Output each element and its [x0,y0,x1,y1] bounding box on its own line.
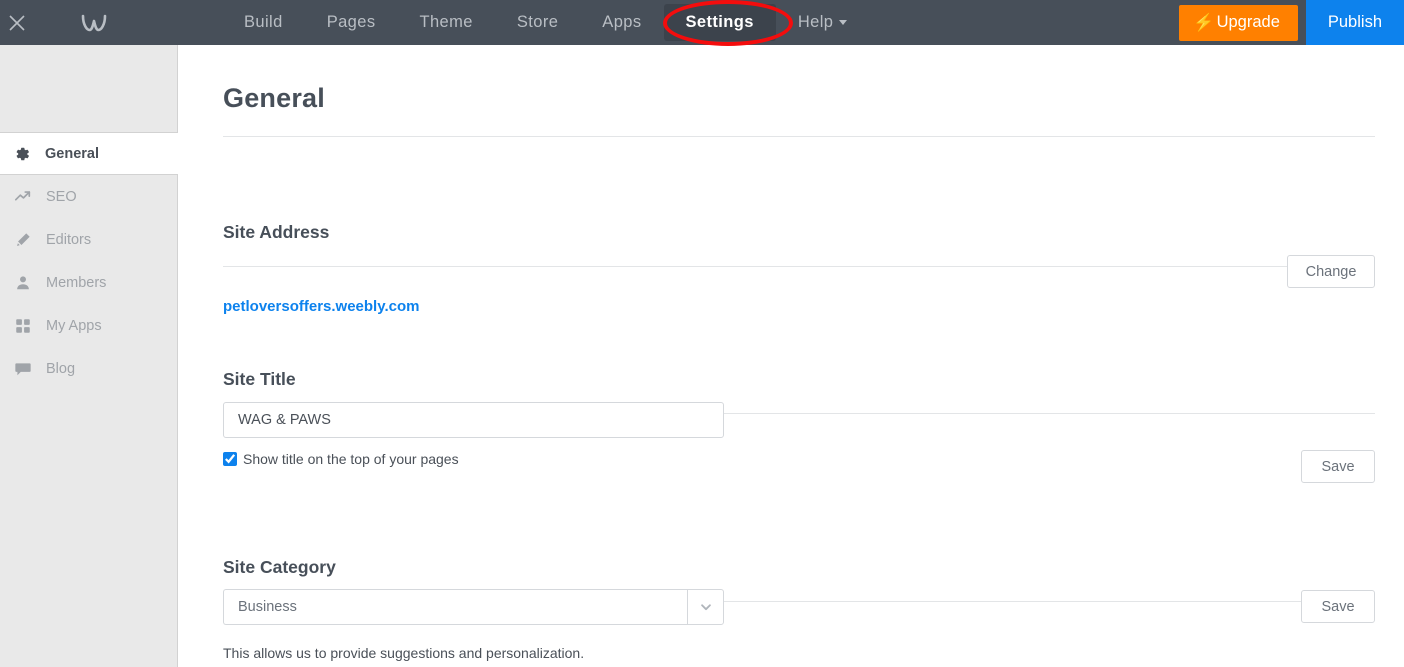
publish-button[interactable]: Publish [1305,0,1404,45]
site-address-heading: Site Address [223,222,330,242]
tab-theme[interactable]: Theme [398,0,495,45]
grid-icon [6,317,40,335]
upgrade-button-label: Upgrade [1216,13,1280,31]
sidebar-item-general[interactable]: General [0,132,178,175]
sidebar-item-editors[interactable]: Editors [0,218,177,261]
sidebar-item-blog[interactable]: Blog [0,347,177,390]
show-title-checkbox[interactable] [223,452,237,466]
save-site-title-button[interactable]: Save [1301,450,1375,483]
trending-up-icon [6,188,40,206]
sidebar-item-members[interactable]: Members [0,261,177,304]
sidebar-item-my-apps[interactable]: My Apps [0,304,177,347]
tab-help-label: Help [797,13,834,31]
top-navigation-bar: Build Pages Theme Store Apps Settings He… [0,0,1404,45]
site-title-input[interactable] [223,402,724,438]
publish-button-label: Publish [1327,13,1382,31]
settings-main-panel: General Site Address petloversoffers.wee… [179,45,1404,667]
sidebar-item-editors-label: Editors [46,231,92,248]
close-icon[interactable] [0,0,34,45]
tab-store-label: Store [516,13,559,31]
chevron-down-icon [839,20,848,25]
site-address-link[interactable]: petloversoffers.weebly.com [223,298,419,315]
site-address-divider [223,266,1375,267]
topbar-actions: ⚡ Upgrade Publish [1179,0,1404,45]
sidebar-item-seo[interactable]: SEO [0,175,177,218]
tab-build[interactable]: Build [222,0,305,45]
pencil-icon [6,231,40,249]
person-icon [6,274,40,292]
site-category-helper-text: This allows us to provide suggestions an… [223,645,585,661]
sidebar-item-seo-label: SEO [46,188,77,205]
site-title-heading: Site Title [223,369,296,389]
site-category-select[interactable]: Business [223,589,724,625]
main-nav-tabs: Build Pages Theme Store Apps Settings He… [222,0,869,45]
weebly-logo-icon[interactable] [34,0,154,45]
tab-pages-label: Pages [326,13,376,31]
settings-sidebar: General SEO Editors Members My Apps Blog [0,45,178,667]
lightning-bolt-icon: ⚡ [1193,13,1215,32]
show-title-checkbox-row[interactable]: Show title on the top of your pages [223,451,459,467]
site-category-selected-value[interactable]: Business [223,589,687,625]
change-site-address-button[interactable]: Change [1287,255,1375,288]
tab-pages[interactable]: Pages [305,0,398,45]
tab-apps-label: Apps [602,13,642,31]
tab-theme-label: Theme [419,13,473,31]
save-site-category-button[interactable]: Save [1301,590,1375,623]
show-title-checkbox-label: Show title on the top of your pages [243,451,459,467]
tab-help[interactable]: Help [776,0,870,45]
tab-settings-label: Settings [685,13,754,31]
sidebar-item-my-apps-label: My Apps [46,317,102,334]
sidebar-item-blog-label: Blog [46,360,76,377]
title-divider [223,136,1375,137]
tab-apps[interactable]: Apps [580,0,663,45]
page-title: General [223,83,325,113]
site-category-heading: Site Category [223,557,336,577]
upgrade-button[interactable]: ⚡ Upgrade [1179,4,1298,41]
gear-icon [5,145,39,163]
tab-settings[interactable]: Settings [663,4,776,41]
sidebar-item-general-label: General [45,145,99,162]
chat-bubble-icon [6,360,40,378]
chevron-down-icon[interactable] [687,589,724,625]
tab-store[interactable]: Store [495,0,580,45]
sidebar-item-members-label: Members [46,274,107,291]
tab-build-label: Build [244,13,283,31]
